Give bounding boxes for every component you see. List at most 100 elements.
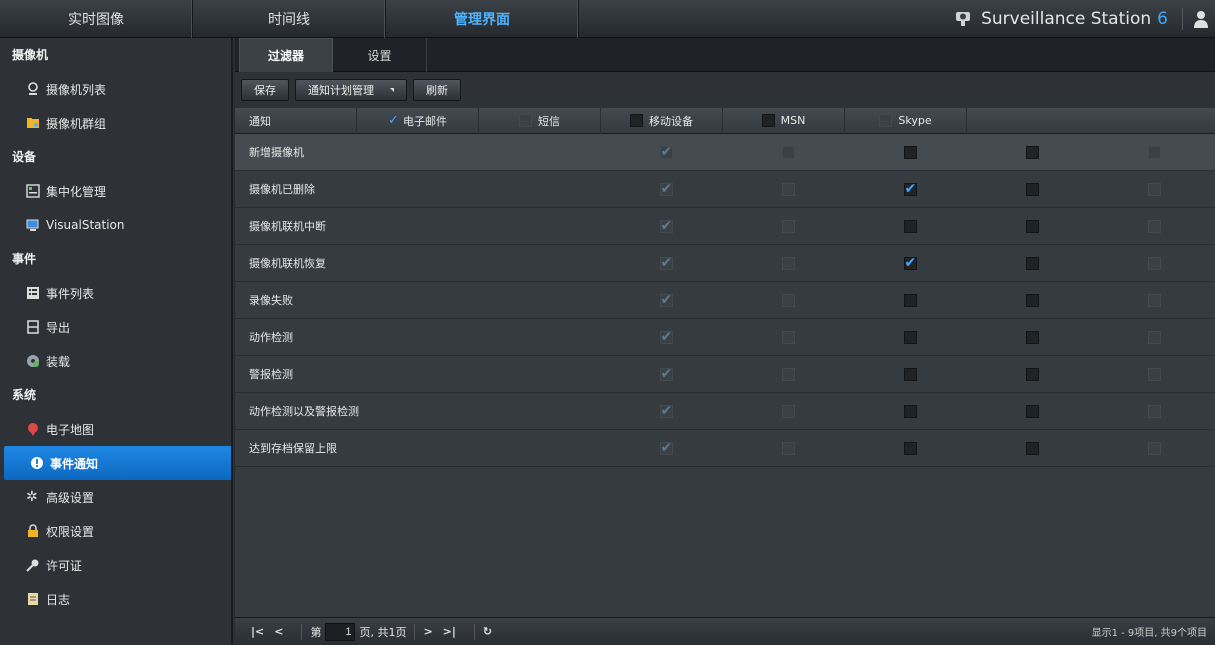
- sidebar-item-mount[interactable]: 装载: [0, 344, 231, 378]
- email-checkbox[interactable]: [659, 366, 673, 382]
- save-button[interactable]: 保存: [241, 79, 289, 101]
- pagination-bar: |< < 第 页, 共1页 > >| ↻ 显示1 - 9项目, 共9个项目: [235, 617, 1215, 645]
- email-checkbox[interactable]: [659, 440, 673, 456]
- sidebar-item-log[interactable]: 日志: [0, 582, 231, 616]
- email-checkbox[interactable]: [659, 181, 673, 197]
- prev-page-icon[interactable]: <: [274, 625, 283, 638]
- first-page-icon[interactable]: |<: [251, 625, 264, 638]
- column-header-email[interactable]: ✓ 电子邮件: [357, 107, 479, 134]
- column-header-mobile[interactable]: 移动设备: [601, 107, 723, 134]
- email-checkbox[interactable]: [659, 403, 673, 419]
- header-checkbox[interactable]: [879, 114, 893, 127]
- mobile-checkbox[interactable]: [903, 219, 917, 233]
- table-row[interactable]: 摄像机联机中断: [235, 208, 1215, 245]
- email-checkbox[interactable]: [659, 144, 673, 160]
- mobile-checkbox[interactable]: [903, 293, 917, 307]
- sidebar-item-advanced-settings[interactable]: ✲ 高级设置: [0, 480, 231, 514]
- last-page-icon[interactable]: >|: [443, 625, 456, 638]
- msn-checkbox[interactable]: [1025, 330, 1039, 344]
- sidebar-item-camera-list[interactable]: 摄像机列表: [0, 72, 231, 106]
- nav-timeline[interactable]: 时间线: [193, 0, 386, 38]
- mobile-checkbox[interactable]: [903, 145, 917, 159]
- table-row[interactable]: 警报检测: [235, 356, 1215, 393]
- sidebar-item-visualstation[interactable]: VisualStation: [0, 208, 231, 242]
- sms-checkbox[interactable]: [781, 293, 795, 307]
- sidebar-item-event-notification[interactable]: 事件通知: [4, 446, 231, 480]
- header-checkbox[interactable]: [761, 114, 775, 127]
- refresh-icon[interactable]: ↻: [483, 625, 492, 638]
- msn-checkbox[interactable]: [1025, 367, 1039, 381]
- skype-checkbox[interactable]: [1147, 219, 1161, 233]
- sms-checkbox[interactable]: [781, 182, 795, 196]
- skype-checkbox[interactable]: [1147, 330, 1161, 344]
- skype-checkbox[interactable]: [1147, 145, 1161, 159]
- skype-checkbox[interactable]: [1147, 182, 1161, 196]
- sms-checkbox[interactable]: [781, 330, 795, 344]
- sidebar-item-label: 权限设置: [46, 524, 95, 539]
- schedule-management-button[interactable]: 通知计划管理: [295, 79, 407, 101]
- sidebar-item-export[interactable]: 导出: [0, 310, 231, 344]
- sms-checkbox[interactable]: [781, 367, 795, 381]
- header-checkbox[interactable]: [630, 114, 643, 127]
- refresh-button[interactable]: 刷新: [413, 79, 461, 101]
- sidebar-item-label: 事件列表: [46, 286, 95, 301]
- sms-checkbox[interactable]: [781, 145, 795, 159]
- header-checkbox[interactable]: [519, 114, 532, 127]
- msn-checkbox[interactable]: [1025, 145, 1039, 159]
- sms-checkbox[interactable]: [781, 256, 795, 270]
- sms-checkbox[interactable]: [781, 441, 795, 455]
- msn-checkbox[interactable]: [1025, 219, 1039, 233]
- table-row[interactable]: 摄像机联机恢复: [235, 245, 1215, 282]
- msn-checkbox[interactable]: [1025, 441, 1039, 455]
- email-checkbox[interactable]: [659, 218, 673, 234]
- skype-checkbox[interactable]: [1147, 293, 1161, 307]
- column-header-skype[interactable]: Skype: [845, 107, 967, 134]
- skype-checkbox[interactable]: [1147, 404, 1161, 418]
- msn-checkbox[interactable]: [1025, 256, 1039, 270]
- column-header-label: 短信: [538, 114, 560, 128]
- email-checkbox[interactable]: [659, 329, 673, 345]
- skype-checkbox[interactable]: [1147, 367, 1161, 381]
- skype-checkbox[interactable]: [1147, 441, 1161, 455]
- sidebar-item-central-management[interactable]: 集中化管理: [0, 174, 231, 208]
- table-row[interactable]: 新增摄像机: [235, 134, 1215, 171]
- list-icon: [27, 287, 39, 299]
- mobile-checkbox[interactable]: [903, 181, 917, 197]
- tab-filter[interactable]: 过滤器: [239, 38, 333, 72]
- column-header-msn[interactable]: MSN: [723, 107, 845, 134]
- sms-checkbox[interactable]: [781, 219, 795, 233]
- table-row[interactable]: 动作检测以及警报检测: [235, 393, 1215, 430]
- skype-checkbox[interactable]: [1147, 256, 1161, 270]
- mobile-checkbox[interactable]: [903, 441, 917, 455]
- cell-email: [605, 218, 727, 234]
- mobile-checkbox[interactable]: [903, 367, 917, 381]
- table-row[interactable]: 达到存档保留上限: [235, 430, 1215, 467]
- msn-checkbox[interactable]: [1025, 404, 1039, 418]
- table-row[interactable]: 动作检测: [235, 319, 1215, 356]
- mobile-checkbox[interactable]: [903, 330, 917, 344]
- mobile-checkbox[interactable]: [903, 404, 917, 418]
- table-row[interactable]: 录像失败: [235, 282, 1215, 319]
- email-checkbox[interactable]: [659, 292, 673, 308]
- nav-management[interactable]: 管理界面: [386, 0, 579, 38]
- sidebar-item-emap[interactable]: 电子地图: [0, 412, 231, 446]
- nav-live-view[interactable]: 实时图像: [0, 0, 193, 38]
- email-checkbox[interactable]: [659, 255, 673, 271]
- sidebar-item-label: 摄像机列表: [46, 82, 107, 97]
- column-header-sms[interactable]: 短信: [479, 107, 601, 134]
- user-icon[interactable]: [1193, 10, 1209, 28]
- msn-checkbox[interactable]: [1025, 182, 1039, 196]
- msn-checkbox[interactable]: [1025, 293, 1039, 307]
- map-pin-icon: [28, 423, 38, 436]
- sidebar-item-event-list[interactable]: 事件列表: [0, 276, 231, 310]
- table-row[interactable]: 摄像机已删除: [235, 171, 1215, 208]
- page-number-input[interactable]: [325, 622, 356, 641]
- mobile-checkbox[interactable]: [903, 255, 917, 271]
- sms-checkbox[interactable]: [781, 404, 795, 418]
- next-page-icon[interactable]: >: [423, 625, 432, 638]
- tab-settings[interactable]: 设置: [333, 38, 427, 72]
- sidebar-item-license[interactable]: 许可证: [0, 548, 231, 582]
- cell-sms: [727, 256, 849, 270]
- sidebar-item-camera-group[interactable]: 摄像机群组: [0, 106, 231, 140]
- sidebar-item-privileges[interactable]: 权限设置: [0, 514, 231, 548]
